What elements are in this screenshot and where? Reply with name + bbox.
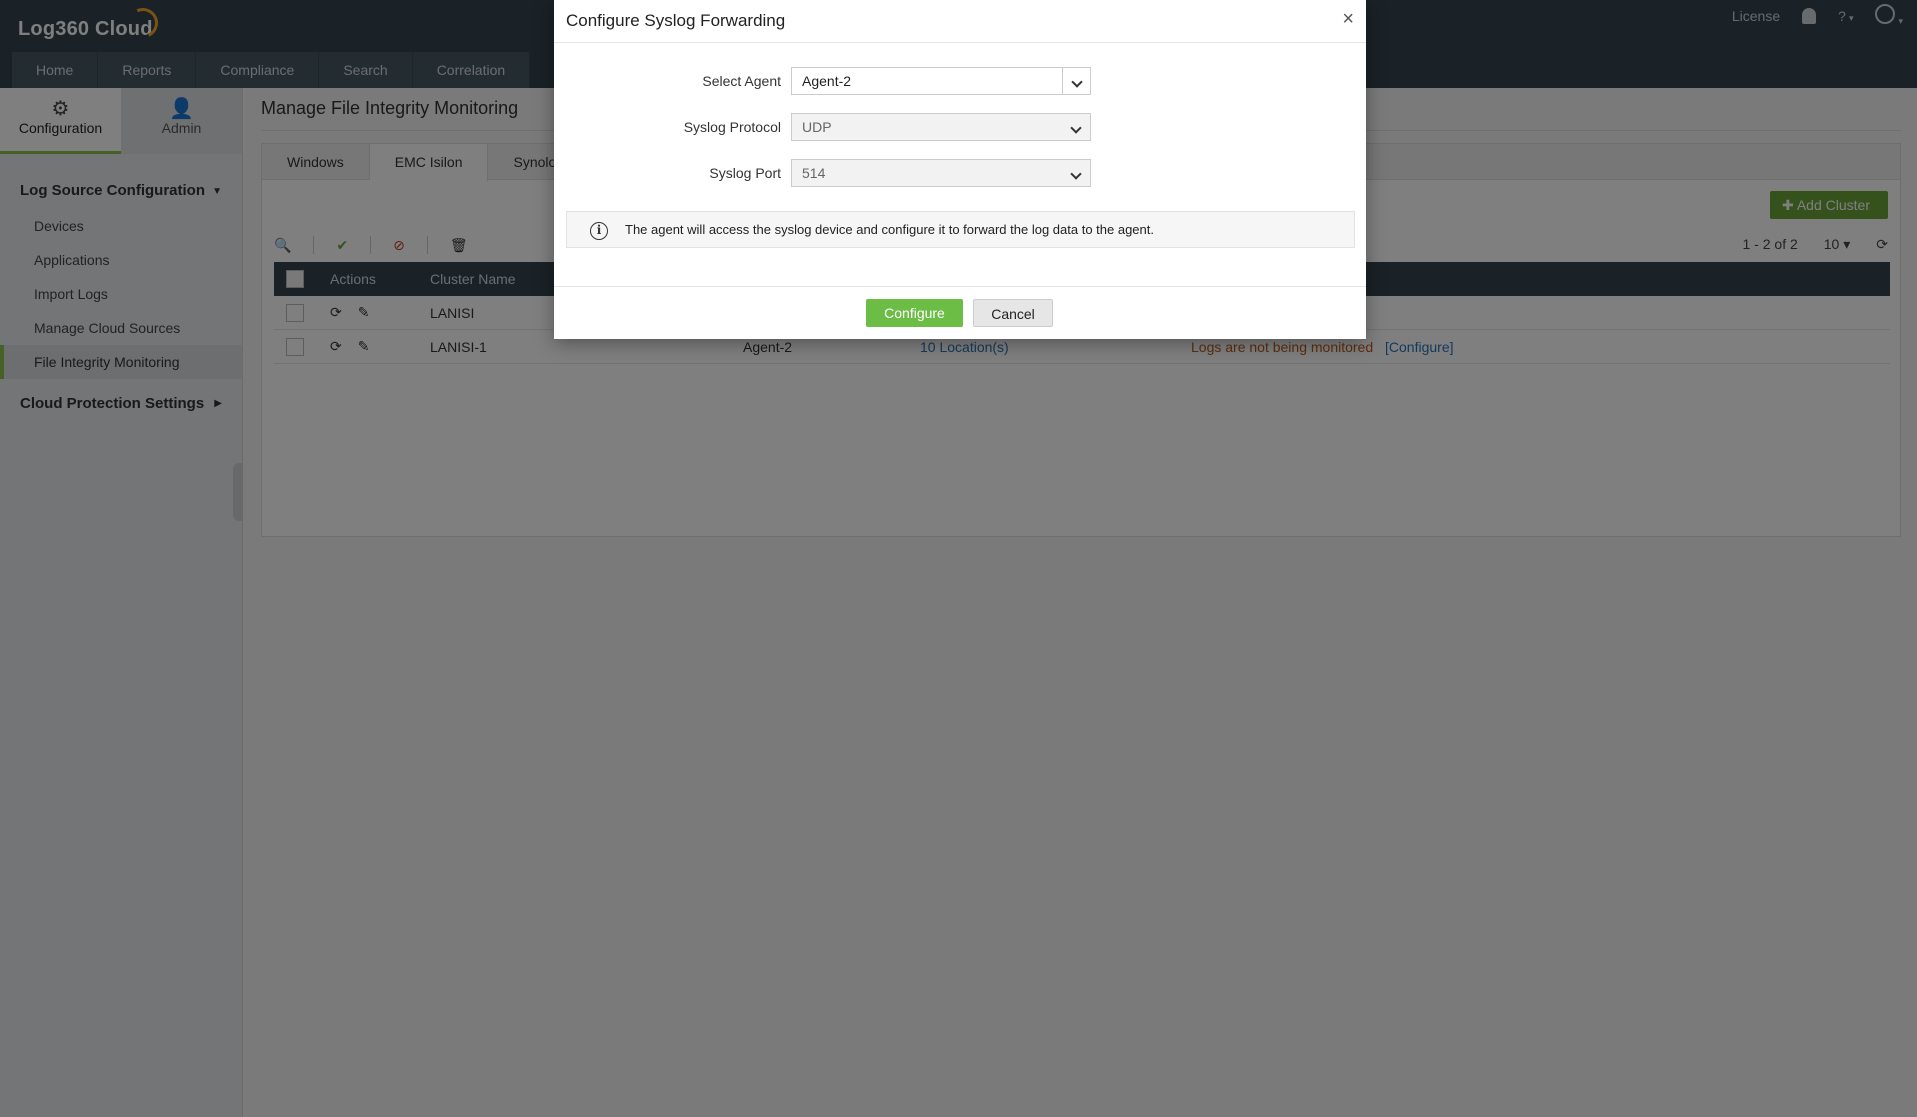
- syslog-port-dropdown[interactable]: 514: [791, 159, 1091, 187]
- chevron-down-icon[interactable]: [1062, 68, 1090, 94]
- dialog-footer-divider: [554, 286, 1366, 287]
- dialog-title: Configure Syslog Forwarding: [566, 11, 786, 30]
- configure-button[interactable]: Configure: [866, 299, 963, 327]
- syslog-protocol-value: UDP: [802, 119, 832, 135]
- info-message: i The agent will access the syslog devic…: [566, 211, 1355, 248]
- dialog-header: Configure Syslog Forwarding ×: [554, 0, 1366, 43]
- select-agent-dropdown[interactable]: Agent-2: [791, 67, 1091, 95]
- syslog-port-value: 514: [802, 165, 826, 181]
- syslog-protocol-row: Syslog Protocol UDP: [554, 113, 1366, 141]
- chevron-down-icon[interactable]: [1062, 114, 1090, 140]
- select-agent-value: Agent-2: [802, 73, 852, 89]
- info-text: The agent will access the syslog device …: [625, 222, 1154, 237]
- info-icon: i: [590, 222, 608, 240]
- syslog-port-row: Syslog Port 514: [554, 159, 1366, 187]
- syslog-protocol-dropdown[interactable]: UDP: [791, 113, 1091, 141]
- close-icon[interactable]: ×: [1342, 8, 1354, 31]
- select-agent-row: Select Agent Agent-2: [554, 67, 1366, 95]
- cancel-button[interactable]: Cancel: [973, 299, 1053, 327]
- syslog-protocol-label: Syslog Protocol: [683, 119, 781, 135]
- chevron-down-icon[interactable]: [1062, 160, 1090, 186]
- select-agent-label: Select Agent: [702, 73, 781, 89]
- configure-syslog-dialog: Configure Syslog Forwarding × Select Age…: [554, 0, 1366, 339]
- syslog-port-label: Syslog Port: [709, 165, 781, 181]
